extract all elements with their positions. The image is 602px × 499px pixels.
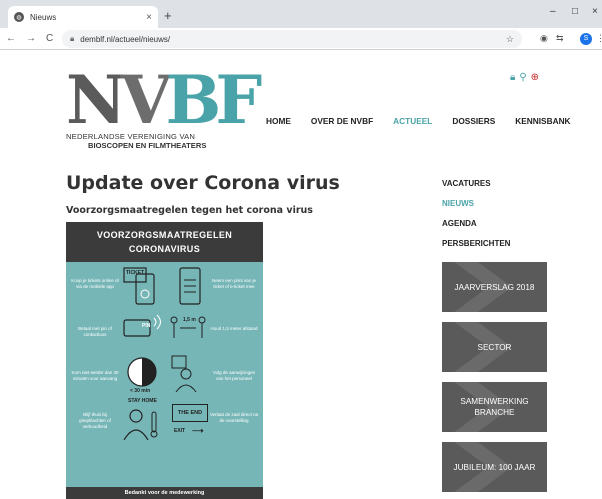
tab-title: Nieuws [30,12,57,22]
pin-label: PIN [142,323,151,329]
extension-icon[interactable]: ◉ [540,33,548,44]
browser-tab[interactable]: ◍ Nieuws × [8,6,158,28]
poster-footer: Bedankt voor de medewerking [66,487,263,499]
exit-arrow-icon: ⟶ [192,426,204,435]
nav-kennisbank[interactable]: KENNISBANK [515,116,570,126]
poster-row2-left: Betaal met pin of contactloos [78,326,112,337]
nav-actueel[interactable]: ACTUEEL [393,116,432,126]
bookmark-star-icon[interactable]: ☆ [506,34,514,45]
menu-dots-icon[interactable]: ⋮ [596,33,602,44]
distance-label: 1,5 m [183,317,196,323]
poster-row3-left: Kom niet eerder dan 30 minuten voor aanv… [71,370,119,381]
sidebar-item-nieuws[interactable]: NIEUWS [442,199,510,219]
forward-button[interactable]: → [26,33,36,44]
ticket-label: TICKET [126,270,145,276]
nvbf-logo[interactable]: NVBF NEDERLANDSE VERENIGING VAN BIOSCOPE… [66,61,262,150]
nav-dossiers[interactable]: DOSSIERS [452,116,495,126]
poster-row1-right: Neem een print van je ticket of e-ticket… [211,278,257,289]
browser-tabbar: ◍ Nieuws × + – □ × [0,0,602,28]
poster-row3-right: Volg de aanwijzingen van het personeel [212,370,256,381]
lock-icon[interactable]: 🔒︎ [510,72,515,83]
exit-label: EXIT [174,428,186,434]
utility-icons: 🔒︎ ⚲ ⊕ [510,72,539,83]
corona-poster: VOORZORGSMAATREGELEN CORONAVIRUS Koop je… [66,222,263,499]
nav-over-de-nvbf[interactable]: OVER DE NVBF [311,116,373,126]
sidebar-item-vacatures[interactable]: VACATURES [442,179,510,199]
logo-mark: NVBF [66,61,262,139]
sidebar-links: VACATURES NIEUWS AGENDA PERSBERICHTEN [442,179,510,259]
the-end-screen: THE END [172,404,208,422]
tile-jubileum[interactable]: JUBILEUM: 100 JAAR [442,442,547,492]
time-label: < 30 min [130,388,151,394]
tile-jaarverslag[interactable]: JAARVERSLAG 2018 [442,262,547,312]
translate-icon[interactable]: ⇆ [556,33,564,44]
page-title: Update over Corona virus [66,172,340,194]
window-close-button[interactable]: × [592,6,598,17]
article-subtitle: Voorzorgsmaatregelen tegen het corona vi… [66,205,313,216]
poster-row4-left: Blijf thuis bij griepklachten of verkoud… [79,412,111,429]
poster-row1-left: Koop je tickets online of via de mobiele… [71,278,119,289]
stay-home-label: STAY HOME [128,398,157,404]
sidebar-item-persberichten[interactable]: PERSBERICHTEN [442,239,510,259]
lock-icon: 🔒︎ [70,34,75,43]
url-text: demblf.nl/actueel/nieuws/ [80,34,171,44]
address-bar[interactable]: 🔒︎ demblf.nl/actueel/nieuws/ ☆ [62,30,522,48]
globe-icon: ◍ [14,12,24,22]
reload-button[interactable]: C [46,33,53,44]
poster-row4-right: Verlaat de zaal direct na de voorstellin… [209,412,259,423]
tile-sector[interactable]: SECTOR [442,322,547,372]
uk-flag-icon[interactable]: ⊕ [531,72,539,83]
browser-toolbar: ← → C 🔒︎ demblf.nl/actueel/nieuws/ ☆ ◉ ⇆… [0,28,602,50]
poster-row2-right: Houd 1,5 meter afstand [210,326,258,331]
main-nav: HOME OVER DE NVBF ACTUEEL DOSSIERS KENNI… [266,116,591,126]
maximize-button[interactable]: □ [572,6,578,17]
pin-card-distance-icon [123,314,206,338]
sidebar-item-agenda[interactable]: AGENDA [442,219,510,239]
poster-header: VOORZORGSMAATREGELEN CORONAVIRUS [66,222,263,262]
nav-home[interactable]: HOME [266,116,291,126]
new-tab-button[interactable]: + [164,8,172,23]
tile-samenwerking-branche[interactable]: SAMENWERKING BRANCHE [442,382,547,432]
profile-avatar[interactable]: S [580,33,592,45]
tab-close-button[interactable]: × [146,12,152,23]
back-button[interactable]: ← [6,33,16,44]
search-icon[interactable]: ⚲ [519,72,526,83]
minimize-button[interactable]: – [550,6,556,17]
logo-line-2: BIOSCOPEN EN FILMTHEATERS [88,141,207,150]
